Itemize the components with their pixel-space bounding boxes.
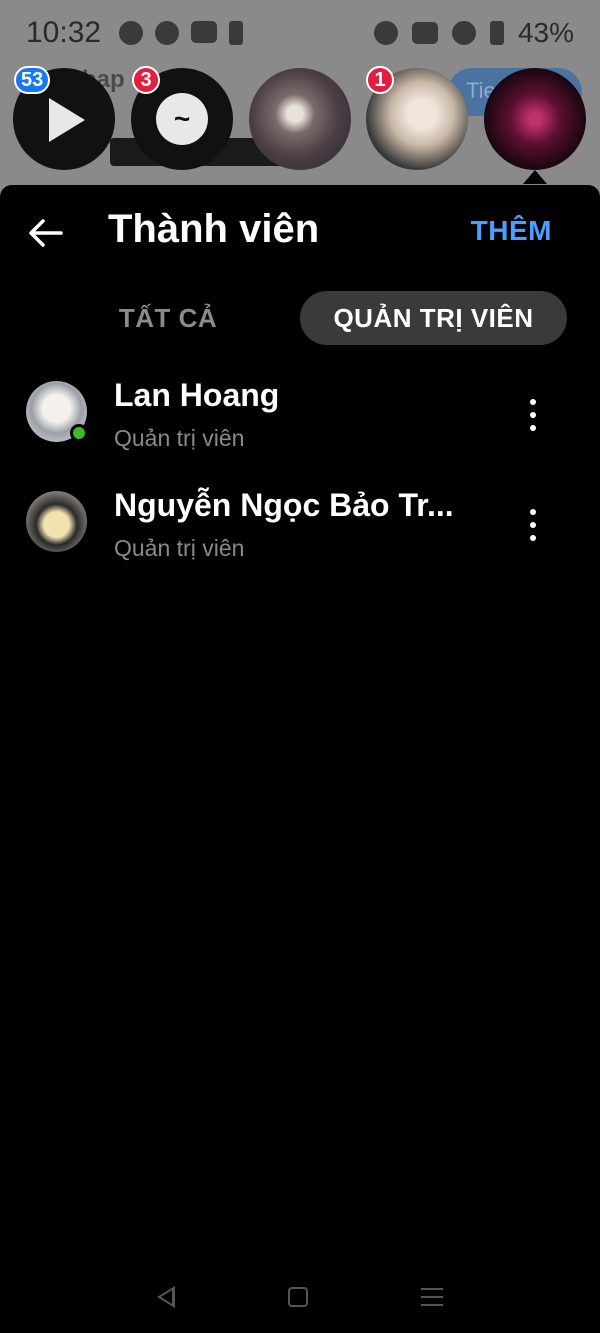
battery-percent: 43% — [517, 17, 574, 48]
member-role: Quản trị viên — [114, 425, 245, 451]
system-nav-bar — [0, 1260, 600, 1333]
more-options-button[interactable] — [520, 395, 546, 435]
members-sheet: Thành viên THÊM TẤT CẢ QUẢN TRỊ VIÊN Lan… — [0, 185, 600, 1260]
member-tabs: TẤT CẢ QUẢN TRỊ VIÊN — [0, 291, 600, 347]
online-indicator — [70, 424, 88, 442]
phone-icon — [229, 21, 244, 45]
messenger-icon — [119, 21, 144, 45]
nav-home-icon[interactable] — [287, 1286, 308, 1307]
status-time: 10:32 — [26, 16, 102, 49]
wifi-icon — [451, 21, 476, 45]
member-row[interactable]: Nguyễn Ngọc Bảo Tr... Quản trị viên — [0, 485, 600, 581]
notification-badge: 3 — [132, 66, 160, 94]
notification-badge: 53 — [14, 66, 51, 94]
notification-badge: 1 — [366, 66, 394, 94]
vibrate-icon — [411, 22, 438, 44]
member-name: Lan Hoang — [114, 377, 280, 413]
arrow-left-icon — [29, 219, 63, 247]
sheet-pointer — [523, 170, 547, 184]
tab-all[interactable]: TẤT CẢ — [96, 291, 240, 345]
back-button[interactable] — [22, 209, 70, 257]
battery-icon — [489, 21, 504, 45]
more-vertical-icon — [530, 509, 536, 515]
more-options-button[interactable] — [520, 505, 546, 545]
status-bar: 10:32 43% — [0, 0, 600, 66]
chat-head-avatar-active[interactable] — [484, 68, 586, 170]
member-row[interactable]: Lan Hoang Quản trị viên — [0, 375, 600, 471]
add-member-button[interactable]: THÊM — [471, 215, 552, 247]
chat-head-avatar[interactable] — [249, 68, 351, 170]
more-vertical-icon — [530, 399, 536, 405]
play-icon — [49, 98, 85, 142]
chat-bubble-icon — [155, 21, 180, 45]
member-role: Quản trị viên — [114, 535, 245, 561]
chat-heads: ~ 53 3 1 — [0, 66, 600, 176]
youtube-icon — [191, 21, 218, 43]
nav-back-icon[interactable] — [156, 1285, 175, 1308]
nav-menu-icon[interactable] — [421, 1287, 444, 1306]
alarm-icon — [373, 21, 398, 45]
sheet-header: Thành viên THÊM — [0, 185, 600, 281]
avatar — [26, 491, 87, 552]
page-title: Thành viên — [108, 207, 320, 251]
tab-admins[interactable]: QUẢN TRỊ VIÊN — [300, 291, 567, 345]
messenger-icon: ~ — [156, 93, 208, 145]
member-name: Nguyễn Ngọc Bảo Tr... — [114, 487, 454, 523]
